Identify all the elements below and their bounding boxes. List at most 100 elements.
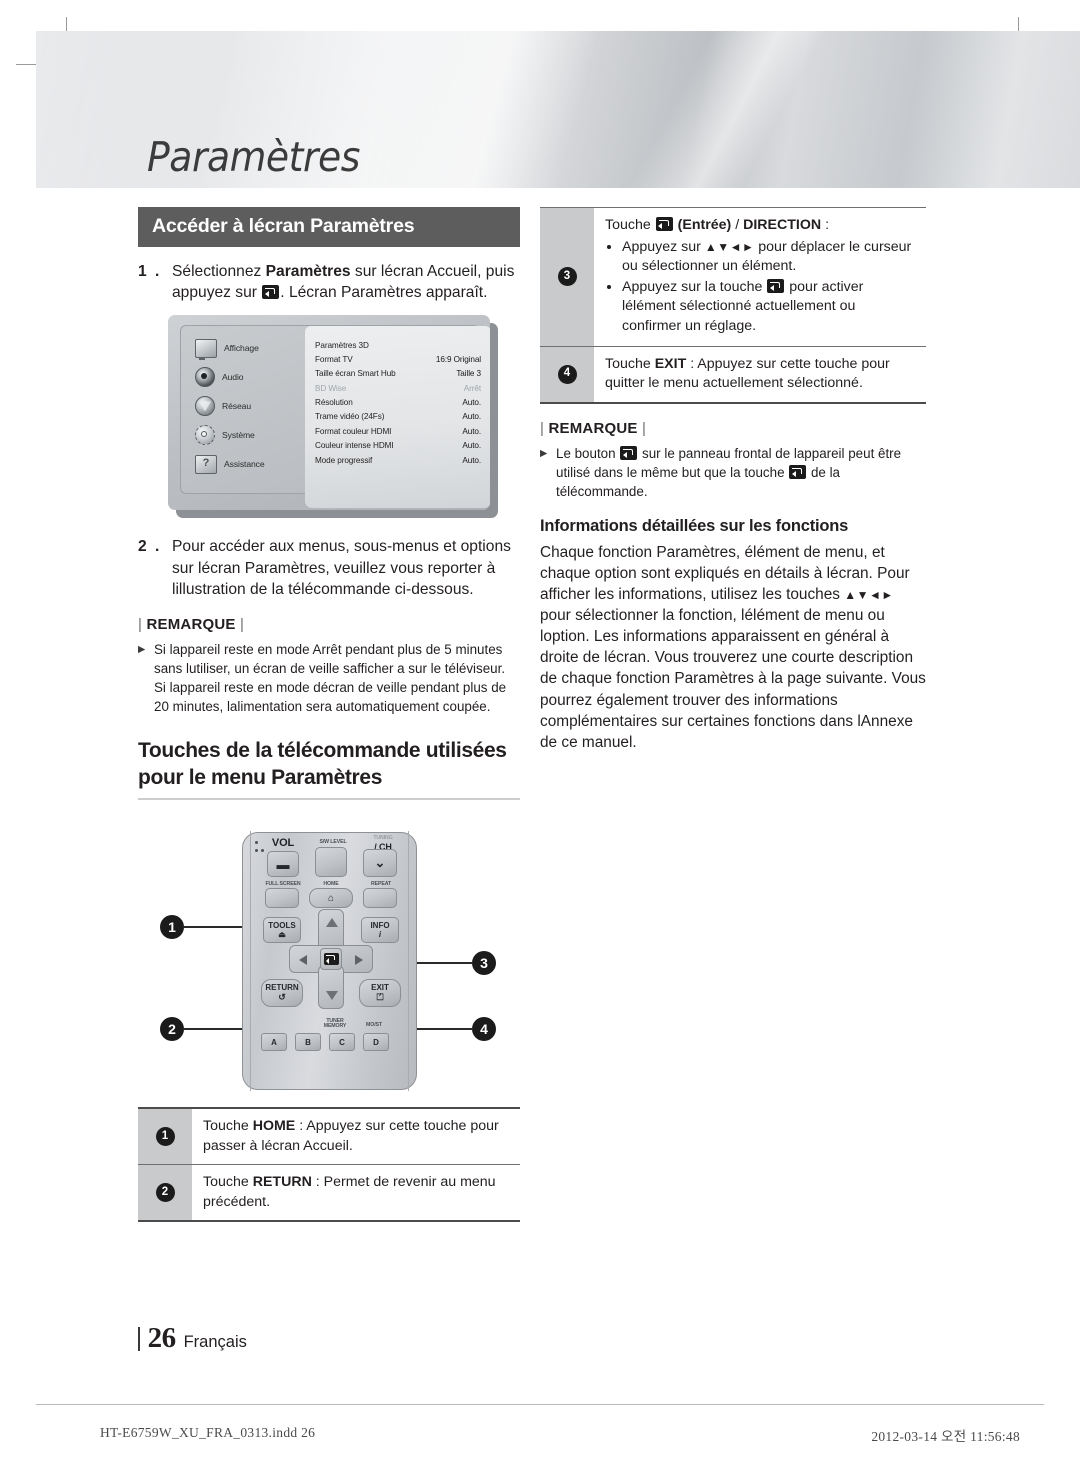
direction-arrows-icon: ▲▼◄►: [704, 239, 755, 254]
callout-3: 3: [406, 951, 496, 975]
row-key-name: HOME: [252, 1118, 296, 1134]
note-text: Le bouton sur le panneau frontal de lapp…: [556, 444, 926, 501]
settings-row[interactable]: Mode progressif Auto.: [315, 454, 481, 468]
remarque-label-right: REMARQUE: [548, 419, 638, 437]
enter-key-icon: [655, 217, 673, 231]
sidebar-label-affichage: Affichage: [224, 343, 259, 354]
sw-level-button[interactable]: [315, 847, 347, 877]
remarque-bar-right: |: [641, 419, 647, 437]
sidebar-item-audio[interactable]: Audio: [195, 363, 303, 391]
row-3-bullet-2: Appuyez sur la touche pour activer lélém…: [622, 278, 918, 337]
exit-icon: ⏍: [376, 992, 384, 1002]
key-table-top: 3 Touche (Entrée) / DIRECTION : Appuyez …: [540, 207, 926, 404]
settings-row[interactable]: Format couleur HDMI Auto.: [315, 425, 481, 439]
sidebar-item-affichage[interactable]: Affichage: [195, 334, 303, 362]
settings-row[interactable]: Couleur intense HDMI Auto.: [315, 439, 481, 453]
bullet-1-pre: Appuyez sur: [622, 238, 705, 255]
manual-page: Paramètres Accéder à lécran Paramètres 1…: [0, 0, 1080, 1479]
table-row: 3 Touche (Entrée) / DIRECTION : Appuyez …: [540, 207, 926, 347]
row-text-cell: Touche EXIT : Appuyez sur cette touche p…: [594, 347, 926, 402]
step-1: 1 . Sélectionnez Paramètres sur lécran A…: [138, 261, 520, 303]
informations-paragraph: Chaque fonction Paramètres, élément de m…: [540, 542, 926, 753]
settings-row-label: Format TV: [315, 354, 353, 364]
callout-4-number: 4: [472, 1017, 496, 1041]
row-text-cell: Touche (Entrée) / DIRECTION : Appuyez su…: [594, 208, 926, 346]
return-label: RETURN: [265, 983, 299, 992]
return-button[interactable]: RETURN ↺: [261, 979, 303, 1007]
sidebar-item-systeme[interactable]: Système: [195, 421, 303, 449]
tv-bezel: Affichage Audio Réseau Système ? Assista…: [168, 315, 490, 511]
row-number-cell: 4: [540, 346, 594, 402]
note-item: ▶ Si lappareil reste en mode Arrêt penda…: [138, 640, 520, 716]
para-part-b: pour sélectionner la fonction, lélément …: [540, 607, 926, 751]
settings-row-value: Auto.: [462, 455, 481, 465]
arrow-left-icon[interactable]: [299, 955, 307, 965]
color-button-b[interactable]: B: [295, 1033, 321, 1051]
bullet-arrow-icon: ▶: [138, 644, 146, 656]
row-3-entree: (Entrée): [677, 217, 732, 233]
callout-2-number: 2: [160, 1017, 184, 1041]
circled-number-4: 4: [557, 364, 577, 384]
row-text-cell: Touche HOME : Appuyez sur cette touche p…: [192, 1109, 520, 1164]
label-most: MO/ST: [366, 1022, 382, 1028]
settings-row[interactable]: Résolution Auto.: [315, 396, 481, 410]
exit-button[interactable]: EXIT ⏍: [359, 979, 401, 1007]
sidebar-item-reseau[interactable]: Réseau: [195, 392, 303, 420]
vol-down-button[interactable]: ▬: [267, 851, 299, 877]
print-rule: [36, 1404, 1044, 1405]
label-fullscreen: FULL SCREEN: [265, 881, 301, 887]
sidebar-label-audio: Audio: [222, 372, 244, 383]
table-row: 1 Touche HOME : Appuyez sur cette touche…: [138, 1109, 520, 1166]
color-button-a[interactable]: A: [261, 1033, 287, 1051]
color-button-b-label: B: [305, 1037, 311, 1047]
table-row: 2 Touche RETURN : Permet de revenir au m…: [138, 1165, 520, 1221]
fullscreen-button[interactable]: [265, 888, 299, 908]
chapter-title: Paramètres: [147, 133, 360, 181]
enter-key-icon: [323, 952, 339, 966]
minus-icon: ▬: [276, 856, 290, 872]
tools-icon: ⏏: [278, 930, 286, 939]
row-3-pre: Touche: [605, 217, 655, 233]
home-button[interactable]: ⌂: [309, 888, 353, 908]
network-icon: [195, 396, 215, 417]
gear-icon: [195, 425, 215, 446]
bottom-key-table: 1 Touche HOME : Appuyez sur cette touche…: [138, 1107, 520, 1223]
settings-row-label: Paramètres 3D: [315, 340, 369, 350]
label-tuner-memory: TUNER MEMORY: [323, 1018, 347, 1030]
sidebar-item-assistance[interactable]: Assistance: [195, 450, 303, 478]
settings-row[interactable]: Taille écran Smart Hub Taille 3: [315, 367, 481, 381]
return-icon: ↺: [278, 992, 286, 1002]
tuning-down-button[interactable]: ⌄: [363, 849, 397, 877]
page-footer: 26 Français: [138, 1322, 247, 1355]
arrow-right-icon[interactable]: [355, 955, 363, 965]
remote-body: VOL S/W LEVEL TUNING / CH ▬ ⌄ FULL SCREE…: [242, 831, 417, 1091]
ir-dots-icon-2: [255, 849, 258, 852]
enter-key-icon: [262, 285, 280, 300]
remarque-heading-left: | REMARQUE |: [138, 616, 520, 633]
settings-options-panel: Paramètres 3D Format TV 16:9 Original Tai…: [305, 326, 490, 509]
heading-informations-detaillees: Informations détaillées sur les fonction…: [540, 516, 849, 535]
settings-row[interactable]: Format TV 16:9 Original: [315, 353, 481, 367]
arrow-down-icon: [326, 991, 338, 1000]
row-3-slash: /: [731, 217, 744, 233]
settings-row-value: 16:9 Original: [435, 354, 481, 364]
color-button-d[interactable]: D: [363, 1033, 389, 1051]
display-icon: [195, 338, 217, 360]
direction-arrows-icon: ▲▼◄►: [844, 588, 894, 603]
row-number-cell: 2: [138, 1165, 192, 1221]
settings-row-value: Arrêt: [463, 383, 481, 393]
repeat-button[interactable]: [363, 888, 397, 908]
settings-row[interactable]: Paramètres 3D: [315, 338, 481, 352]
table-row: 4 Touche EXIT : Appuyez sur cette touche…: [540, 346, 926, 402]
circled-number-2: 2: [155, 1183, 175, 1203]
dpad-down-button[interactable]: [318, 965, 344, 1009]
footer-divider: [138, 1326, 140, 1351]
info-label: INFO: [370, 921, 390, 930]
row-3-colon: :: [821, 217, 830, 233]
settings-row-label: BD Wise: [315, 383, 347, 393]
section-header-acceder: Accéder à lécran Paramètres: [138, 207, 520, 247]
settings-row[interactable]: Trame vidéo (24Fs) Auto.: [315, 410, 481, 424]
enter-center-button[interactable]: [320, 948, 342, 970]
label-vol: VOL: [271, 837, 295, 849]
color-button-c[interactable]: C: [329, 1033, 355, 1051]
